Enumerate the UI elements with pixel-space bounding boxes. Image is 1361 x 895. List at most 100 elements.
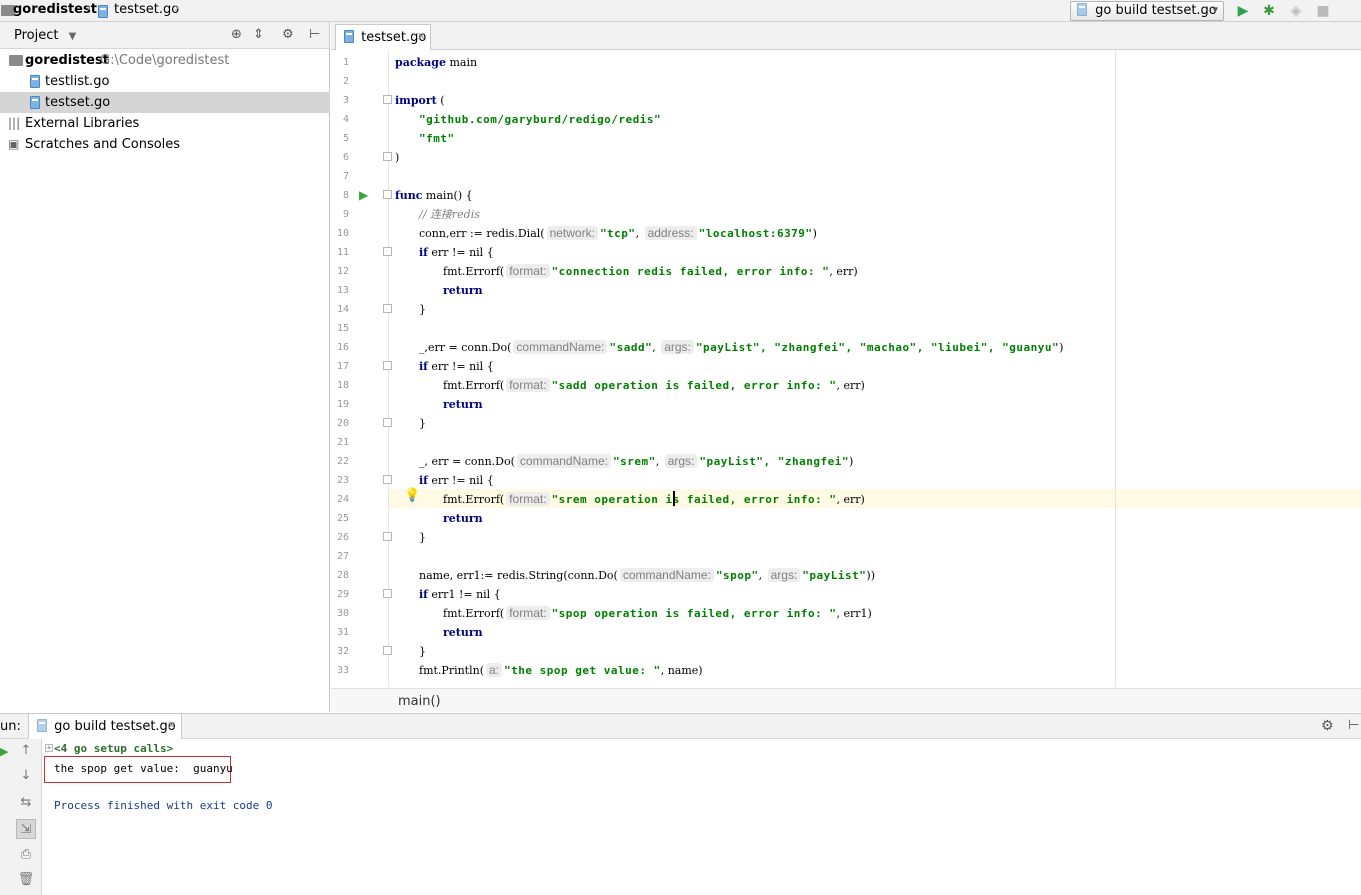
run-gutter-icon[interactable]: ▶ [359,188,368,202]
console-output[interactable]: + <4 go setup calls> the spop get value:… [42,739,1361,895]
fold-marker-icon[interactable] [383,304,392,313]
parameter-hint: commandName: [619,568,714,582]
fold-marker-icon[interactable] [383,190,392,199]
fold-marker-icon[interactable] [383,95,392,104]
code-line: if err1 != nil { [419,588,501,601]
external-libraries-label: External Libraries [25,116,140,131]
line-number: 26 [336,532,349,543]
chevron-down-icon: ▼ [68,31,77,42]
hide-icon[interactable]: ⊢ [1348,718,1359,733]
chevron-right-icon: › [174,1,180,16]
console-output-line: the spop get value: guanyu [54,762,233,775]
line-number: 13 [336,285,349,296]
line-number: 33 [336,665,349,676]
gear-icon[interactable]: ⚙ [1321,718,1334,734]
tree-item-testlist[interactable]: testlist.go [0,71,330,92]
parameter-hint: format: [506,492,550,506]
code-line: return [443,284,483,297]
code-line: if err != nil { [419,360,494,373]
code-editor[interactable]: ▶ 💡 package main import ( "github.com/ga… [331,51,1361,687]
code-line: _,err = conn.Do(commandName: "sadd", args… [419,340,1064,354]
text-caret [673,491,675,506]
line-number: 5 [342,133,349,144]
line-number: 1 [342,57,349,68]
parameter-hint: address: [644,226,697,240]
editor-tab-bar: testset.go ✕ [331,22,1361,50]
code-line: return [443,512,483,525]
breadcrumb-project[interactable]: goredistest [13,2,97,17]
code-line: } [419,303,426,316]
tree-item-testset[interactable]: testset.go [0,92,330,113]
close-icon[interactable]: ✕ [417,30,426,43]
go-file-icon [1077,3,1087,16]
down-arrow-icon[interactable]: ↓ [16,766,36,786]
close-icon[interactable]: ✕ [167,719,176,732]
line-number: 32 [336,646,349,657]
print-icon[interactable]: ⎙ [16,845,36,865]
breadcrumb-function[interactable]: main() [398,694,441,709]
code-line: } [419,645,426,658]
debug-icon[interactable]: ✱ [1260,2,1278,20]
up-arrow-icon[interactable]: ↑ [16,741,36,761]
soft-wrap-icon[interactable]: ⇆ [16,793,36,813]
project-header: Project ▼ ⊕ ⇕ ⚙ ⊢ [0,22,329,49]
parameter-hint: args: [661,340,694,354]
stop-icon[interactable]: ■ [1314,2,1332,20]
scroll-to-end-icon[interactable]: ⇲ [16,819,36,839]
fold-marker-icon[interactable] [383,361,392,370]
code-line: fmt.Errorf(format: "srem operation is fai… [443,492,865,506]
fold-marker-icon[interactable] [383,589,392,598]
file-name: testset.go [45,95,111,110]
code-line: func main() { [395,189,473,202]
project-tool-window: Project ▼ ⊕ ⇕ ⚙ ⊢ goredistest G:\Code\go… [0,22,330,712]
expand-icon[interactable]: + [45,744,53,752]
line-number: 27 [336,551,349,562]
gear-icon[interactable]: ⚙ [282,27,294,42]
tree-item-scratches[interactable]: ▣ Scratches and Consoles [0,134,330,155]
code-line: fmt.Errorf(format: "connection redis fail… [443,264,858,278]
fold-marker-icon[interactable] [383,646,392,655]
coverage-icon[interactable]: ◈ [1287,2,1305,20]
setup-calls-fold[interactable]: <4 go setup calls> [54,742,173,755]
line-number: 19 [336,399,349,410]
fold-marker-icon[interactable] [383,475,392,484]
fold-marker-icon[interactable] [383,152,392,161]
code-line: _, err = conn.Do(commandName: "srem", arg… [419,454,854,468]
run-configuration-select[interactable]: go build testset.go ▾ [1070,1,1224,21]
line-number: 3 [342,95,349,106]
go-file-icon [30,75,40,88]
fold-marker-icon[interactable] [383,532,392,541]
code-line: } [419,531,426,544]
run-icon[interactable]: ▶ [1234,2,1252,20]
line-number: 22 [336,456,349,467]
breadcrumb-file[interactable]: testset.go [114,2,179,17]
project-title: Project [14,28,59,43]
line-number: 23 [336,475,349,486]
tree-item-external-libraries[interactable]: ||| External Libraries [0,113,330,134]
line-number: 2 [342,76,349,87]
code-line: return [443,398,483,411]
line-number: 21 [336,437,349,448]
locate-icon[interactable]: ⊕ [231,27,242,42]
trash-icon[interactable]: 🗑 [16,870,36,890]
go-file-icon [37,719,47,732]
tab-run-config[interactable]: go build testset.go ✕ [28,714,182,739]
fold-marker-icon[interactable] [383,418,392,427]
collapse-icon[interactable]: ⇕ [253,27,264,42]
chevron-down-icon: ▾ [1212,3,1218,16]
line-number: 16 [336,342,349,353]
go-file-icon [98,5,108,18]
root-name: goredistest [25,53,109,68]
tab-testset[interactable]: testset.go ✕ [335,24,431,50]
rerun-icon[interactable]: ▶ [0,745,8,758]
project-view-select[interactable]: Project ▼ [14,28,76,43]
hide-icon[interactable]: ⊢ [309,27,320,42]
line-number: 30 [336,608,349,619]
fold-marker-icon[interactable] [383,247,392,256]
chevron-right-icon: › [86,1,92,16]
line-number: 14 [336,304,349,315]
parameter-hint: a: [486,663,503,677]
code-line: "github.com/garyburd/redigo/redis" [419,113,662,126]
tree-item-root[interactable]: goredistest G:\Code\goredistest [0,50,330,71]
file-name: testlist.go [45,74,110,89]
